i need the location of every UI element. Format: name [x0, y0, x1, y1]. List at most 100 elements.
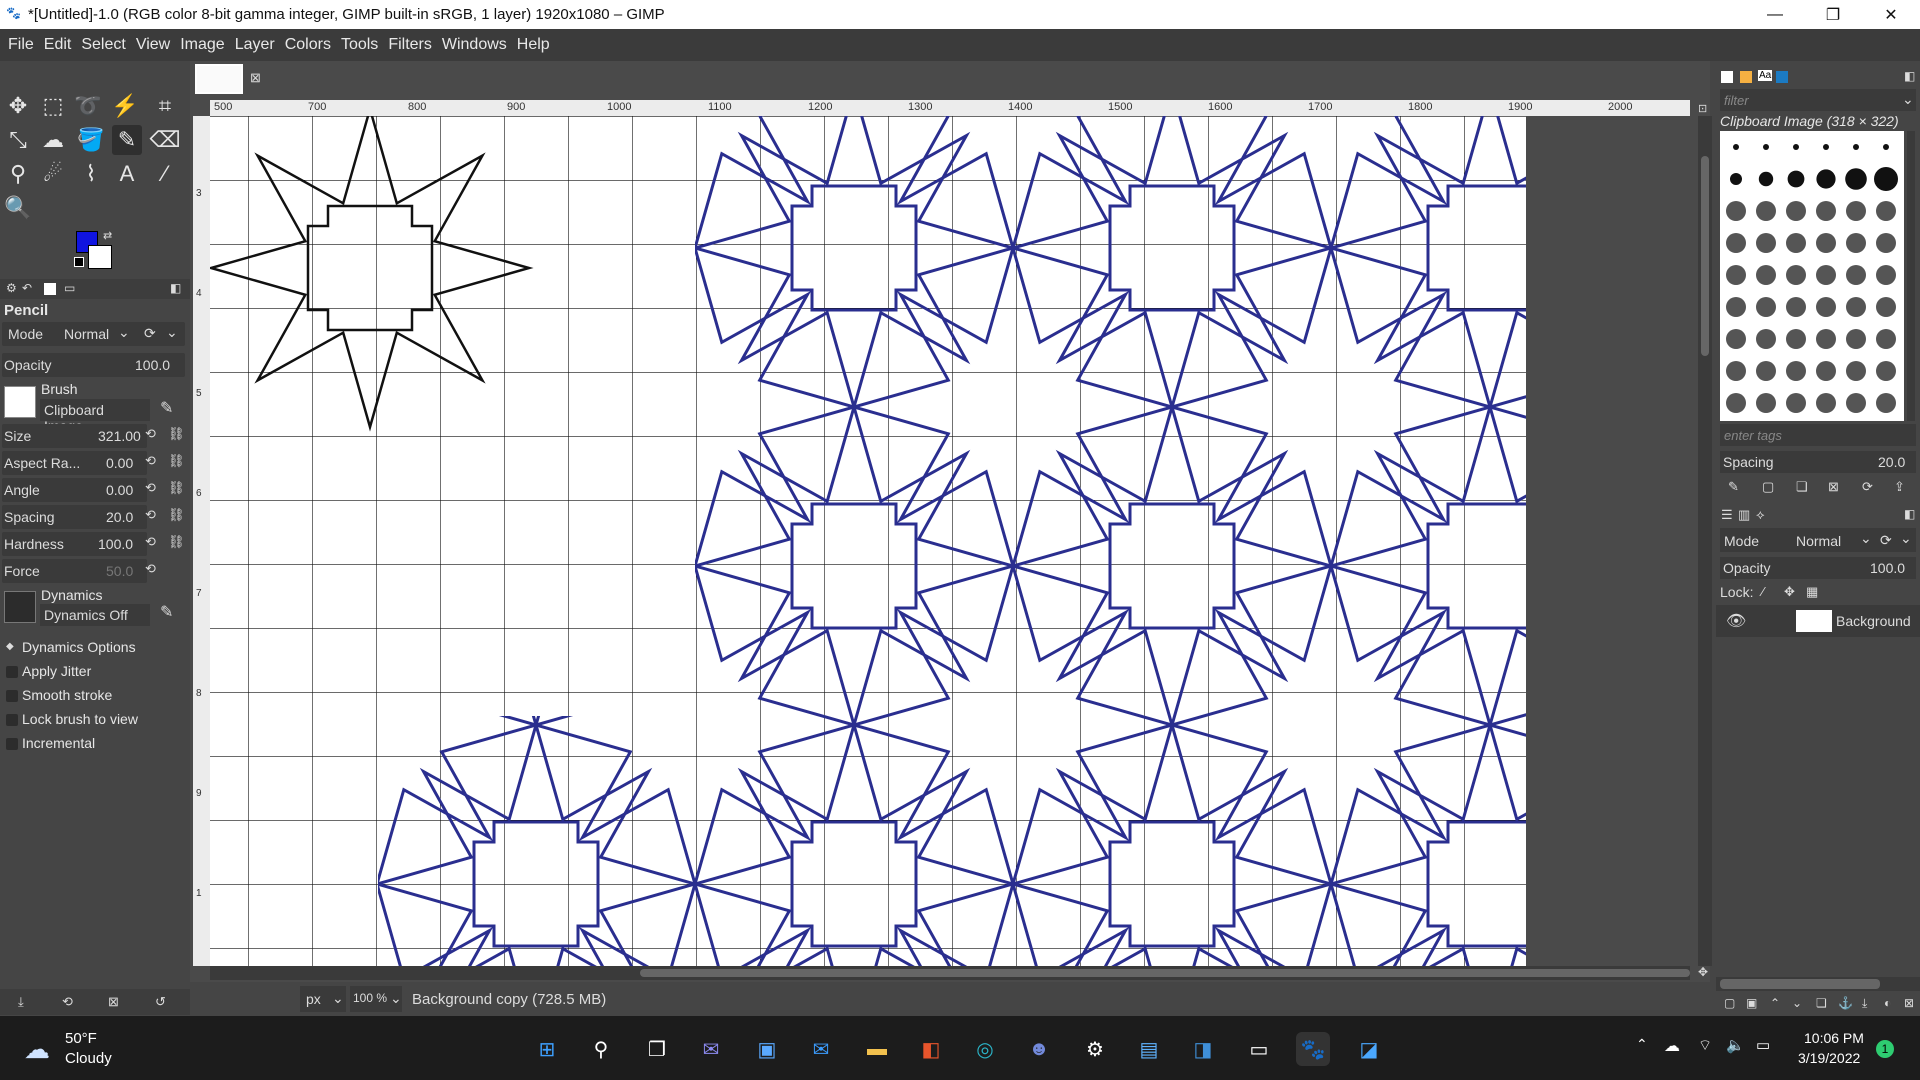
merge-layer-icon[interactable]: ⤓	[1862, 996, 1867, 1011]
notification-badge[interactable]: 1	[1876, 1040, 1894, 1058]
chain-icon[interactable]: ⛓	[168, 507, 185, 523]
channels-tab-icon[interactable]: ▥	[1738, 507, 1750, 523]
menu-view[interactable]: View	[136, 36, 170, 54]
reset-size-icon[interactable]: ⟲	[145, 426, 156, 442]
undo-history-tab-icon[interactable]: ↶	[22, 281, 32, 295]
image-tab-thumbnail[interactable]	[195, 64, 243, 94]
layer-opacity-value[interactable]: 100.0	[1870, 560, 1905, 576]
vertical-scroll-thumb[interactable]	[1701, 156, 1709, 356]
menu-image[interactable]: Image	[180, 36, 224, 54]
lasso-tool-icon[interactable]: ➰	[73, 91, 103, 121]
task-view-icon[interactable]: ❐	[640, 1032, 674, 1066]
reset-mode-icon[interactable]: ⟳	[144, 325, 156, 342]
mail-icon[interactable]: ✉	[804, 1032, 838, 1066]
anchor-layer-icon[interactable]: ⚓	[1838, 996, 1853, 1010]
discord-icon[interactable]: ☻	[1022, 1032, 1056, 1066]
fuzzy-select-tool-icon[interactable]: ⚡	[110, 91, 140, 121]
onedrive-icon[interactable]: ☁	[1664, 1036, 1680, 1056]
terminal-icon[interactable]: ▭	[1242, 1032, 1276, 1066]
configure-tab-icon[interactable]: ◧	[170, 281, 181, 295]
angle-value[interactable]: 0.00	[106, 482, 133, 498]
image-canvas[interactable]	[210, 116, 1526, 966]
bucket-fill-tool-icon[interactable]: 🪣	[76, 125, 106, 155]
refresh-brushes-icon[interactable]: ⟳	[1862, 479, 1873, 495]
wifi-icon[interactable]: ⌔	[1698, 1036, 1712, 1055]
reset-angle-icon[interactable]: ⟲	[145, 480, 156, 496]
duplicate-brush-icon[interactable]: ❏	[1796, 479, 1808, 495]
brush-filter-input[interactable]: filter	[1720, 89, 1916, 111]
zoom-dropdown[interactable]: 100 % ⌄	[350, 986, 402, 1012]
chain-icon[interactable]: ⛓	[168, 480, 185, 496]
hardness-value[interactable]: 100.0	[98, 536, 133, 552]
clone-tool-icon[interactable]: ⚲	[3, 159, 33, 189]
close-button[interactable]: ✕	[1862, 0, 1920, 29]
size-value[interactable]: 321.00	[98, 428, 141, 444]
configure-tab-icon[interactable]: ◧	[1904, 69, 1915, 83]
brush-spacing-slider[interactable]: Spacing 20.0	[1720, 451, 1916, 473]
images-tab-icon[interactable]	[44, 283, 56, 295]
edit-brush-icon[interactable]: ✎	[160, 398, 173, 418]
crop-tool-icon[interactable]: ⌗	[150, 91, 180, 121]
open-as-image-icon[interactable]: ⇪	[1894, 479, 1905, 495]
opacity-slider[interactable]: Opacity 100.0	[2, 353, 185, 377]
new-layer-icon[interactable]: ▢	[1724, 996, 1735, 1010]
edge-icon[interactable]: ◎	[968, 1032, 1002, 1066]
unit-dropdown[interactable]: px ⌄	[300, 986, 346, 1012]
layer-mode-dropdown[interactable]: Normal	[1796, 533, 1841, 549]
layer-name[interactable]: Background	[1836, 613, 1911, 629]
restore-button[interactable]: ❐	[1804, 0, 1862, 29]
menu-layer[interactable]: Layer	[235, 36, 275, 54]
vertical-scrollbar[interactable]	[1698, 116, 1712, 966]
eye-visibility-icon[interactable]: 👁	[1726, 611, 1746, 631]
minimize-button[interactable]: —	[1746, 0, 1804, 29]
smudge-tool-icon[interactable]: ☄	[38, 159, 68, 189]
incremental-checkbox[interactable]	[6, 738, 18, 750]
battery-icon[interactable]: ▭	[1756, 1036, 1770, 1054]
eraser-tool-icon[interactable]: ⌫	[149, 125, 180, 155]
background-color-swatch[interactable]	[88, 245, 112, 269]
text-tool-icon[interactable]: A	[112, 159, 142, 189]
reset-force-icon[interactable]: ⟲	[145, 561, 156, 577]
zoom-tool-icon[interactable]: 🔍	[3, 193, 33, 223]
store-icon[interactable]: ▣	[750, 1032, 784, 1066]
new-layer-group-icon[interactable]: ▣	[1746, 996, 1757, 1010]
tool-options-tab-icon[interactable]: ⚙	[6, 281, 17, 295]
brush-name-field[interactable]: Clipboard Image	[40, 399, 150, 434]
delete-options-icon[interactable]: ⊠	[108, 994, 119, 1010]
notepad-icon[interactable]: ▤	[1132, 1032, 1166, 1066]
brushes-tab-icon[interactable]	[1721, 71, 1733, 83]
mask-layer-icon[interactable]: ◐	[1884, 996, 1891, 1010]
pencil-tool-icon[interactable]: ✎	[112, 125, 142, 155]
mode-dropdown[interactable]: Normal	[64, 326, 109, 342]
spacing-value[interactable]: 20.0	[106, 509, 133, 525]
layers-tab-icon[interactable]: ☰	[1721, 507, 1733, 523]
brush-preview[interactable]	[4, 386, 36, 418]
chain-icon[interactable]: ⛓	[168, 426, 185, 442]
file-explorer-icon[interactable]: ▬	[860, 1032, 894, 1066]
horizontal-scroll-thumb[interactable]	[640, 969, 1690, 977]
brush-grid-scrollbar[interactable]	[1907, 131, 1915, 421]
edit-dynamics-icon[interactable]: ✎	[160, 602, 173, 622]
dynamics-field[interactable]: Dynamics Off	[40, 604, 150, 626]
hardness-slider[interactable]: Hardness 100.0	[2, 532, 147, 556]
menu-file[interactable]: File	[8, 36, 34, 54]
chain-icon[interactable]: ⛓	[168, 534, 185, 550]
teams-chat-icon[interactable]: ✉	[694, 1032, 728, 1066]
clock-date[interactable]: 3/19/2022	[1798, 1050, 1860, 1066]
dynamics-options-expander[interactable]: Dynamics Options	[22, 639, 136, 655]
smooth-stroke-checkbox[interactable]	[6, 690, 18, 702]
search-icon[interactable]: ⚲	[584, 1032, 618, 1066]
menu-edit[interactable]: Edit	[44, 36, 72, 54]
office-icon[interactable]: ◧	[914, 1032, 948, 1066]
move-tool-icon[interactable]: ✥	[3, 91, 33, 121]
angle-slider[interactable]: Angle 0.00	[2, 478, 147, 502]
expander-icon[interactable]: ◆	[6, 641, 14, 652]
chevron-up-icon[interactable]: ⌃	[1636, 1036, 1648, 1053]
layer-opacity-slider[interactable]: Opacity 100.0	[1720, 557, 1916, 579]
volume-icon[interactable]: 🔈	[1726, 1036, 1745, 1054]
lock-pixels-icon[interactable]: ⁄	[1762, 584, 1764, 599]
gimp-taskbar-icon[interactable]: 🐾	[1296, 1032, 1330, 1066]
delete-layer-icon[interactable]: ⊠	[1904, 996, 1914, 1010]
raise-layer-icon[interactable]: ⌃	[1770, 996, 1780, 1010]
reset-aspect-icon[interactable]: ⟲	[145, 453, 156, 469]
